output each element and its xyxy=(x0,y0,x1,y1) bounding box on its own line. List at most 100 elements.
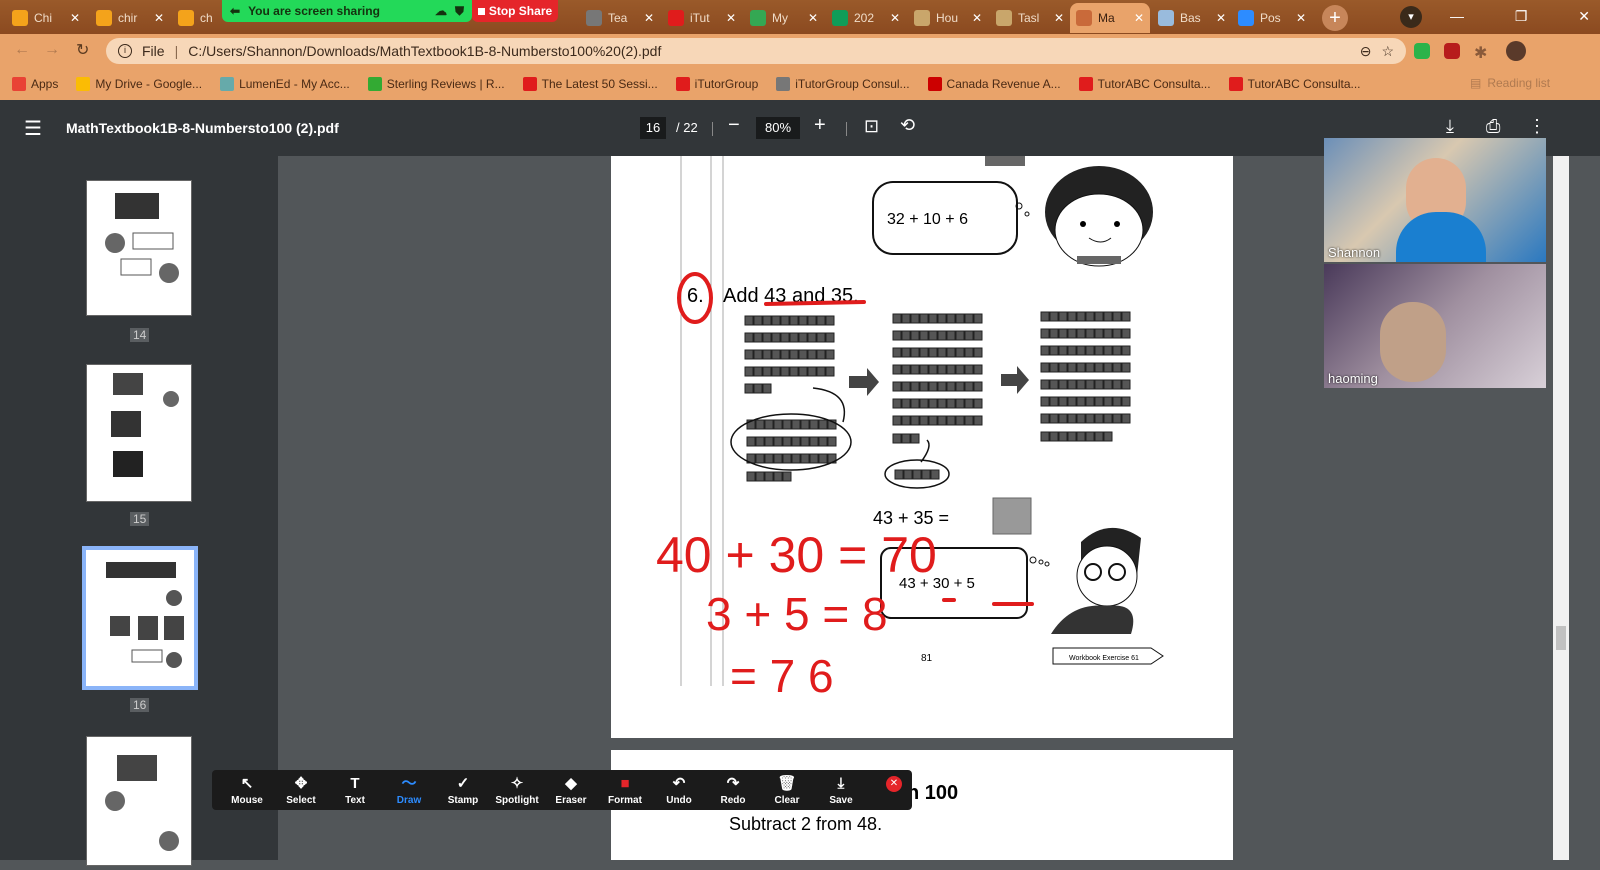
page-scrollbar[interactable] xyxy=(1553,156,1569,860)
bookmark-item[interactable]: My Drive - Google... xyxy=(76,77,202,91)
thumbnail-sidebar: 14 15 16 xyxy=(0,156,294,866)
more-icon[interactable]: ⋮ xyxy=(1528,116,1546,137)
tab-4[interactable]: iTut ✕ xyxy=(662,3,742,33)
bookmark-item[interactable]: TutorABC Consulta... xyxy=(1078,77,1211,91)
close-toolbar-icon[interactable]: ✕ xyxy=(886,776,902,792)
stop-share-button[interactable]: Stop Share xyxy=(472,0,558,22)
bookmark-label: iTutorGroup xyxy=(694,77,759,91)
tab-favicon xyxy=(1238,10,1254,26)
new-tab-button[interactable]: + xyxy=(1322,5,1348,31)
bookmark-item[interactable]: LumenEd - My Acc... xyxy=(220,77,350,91)
tab-7[interactable]: Hou ✕ xyxy=(908,3,988,33)
close-tab-icon[interactable]: ✕ xyxy=(726,11,736,25)
tool-label: Draw xyxy=(396,794,422,806)
close-tab-icon[interactable]: ✕ xyxy=(1216,11,1226,25)
fit-page-icon[interactable]: ⊡ xyxy=(864,116,879,137)
close-tab-icon[interactable]: ✕ xyxy=(1134,11,1144,25)
tool-stamp-button[interactable]: ✓ Stamp xyxy=(436,775,490,806)
close-tab-icon[interactable]: ✕ xyxy=(154,11,164,25)
bookmark-item[interactable]: iTutorGroup Consul... xyxy=(776,77,910,91)
bookmark-item[interactable]: Sterling Reviews | R... xyxy=(367,77,505,91)
bookmark-icon xyxy=(367,77,382,91)
zoom-in-icon[interactable]: + xyxy=(814,114,826,137)
tool-draw-button[interactable]: 〜 Draw xyxy=(382,775,436,806)
address-scheme: File xyxy=(142,43,165,59)
zoom-input[interactable]: 80% xyxy=(756,117,800,139)
tab-6[interactable]: 202 ✕ xyxy=(826,3,906,33)
page-number-input[interactable]: 16 xyxy=(640,117,666,139)
tab-11[interactable]: Pos ✕ xyxy=(1232,3,1312,33)
tab-8[interactable]: Tasl ✕ xyxy=(990,3,1070,33)
tool-text-button[interactable]: T Text xyxy=(328,775,382,806)
tab-3[interactable]: Tea ✕ xyxy=(580,3,660,33)
address-bar[interactable]: i File | C:/Users/Shannon/Downloads/Math… xyxy=(106,38,1406,64)
tab-label: ch xyxy=(200,11,213,25)
next-page-title: n 100 xyxy=(907,782,959,804)
star-icon[interactable]: ☆ xyxy=(1381,43,1394,60)
close-window-icon[interactable]: ✕ xyxy=(1578,8,1590,25)
close-tab-icon[interactable]: ✕ xyxy=(70,11,80,25)
zoom-out-icon[interactable]: − xyxy=(728,114,740,137)
print-icon[interactable]: ⎙ xyxy=(1486,116,1500,137)
page-thumbnail-14[interactable] xyxy=(86,180,192,316)
bookmark-item[interactable]: Canada Revenue A... xyxy=(927,77,1061,91)
bookmark-item[interactable]: TutorABC Consulta... xyxy=(1228,77,1361,91)
page-thumbnail-16[interactable] xyxy=(82,546,198,690)
video-panel-haoming[interactable]: haoming xyxy=(1324,264,1546,388)
forward-icon[interactable]: → xyxy=(44,41,60,59)
page-thumbnail-17[interactable] xyxy=(86,736,192,866)
tool-save-button[interactable]: ⤓ Save xyxy=(814,775,868,806)
minimize-icon[interactable]: — xyxy=(1450,8,1464,25)
tab-label: Tea xyxy=(608,11,628,25)
rotate-icon[interactable]: ⟲ xyxy=(900,115,915,136)
bookmark-item[interactable]: Apps xyxy=(12,77,58,91)
tab-5[interactable]: My ✕ xyxy=(744,3,824,33)
tool-mouse-button[interactable]: ↖ Mouse xyxy=(220,775,274,806)
reading-list[interactable]: ▤ Reading list xyxy=(1470,76,1550,90)
tab-1[interactable]: chir ✕ xyxy=(90,3,170,33)
tool-clear-button[interactable]: 🗑 Clear xyxy=(760,775,814,806)
bookmark-item[interactable]: iTutorGroup xyxy=(675,77,759,91)
tab-label: My xyxy=(772,11,788,25)
scroll-thumb[interactable] xyxy=(1556,626,1566,650)
tab-0[interactable]: Chi ✕ xyxy=(6,3,86,33)
tool-format-button[interactable]: ■ Format xyxy=(598,775,652,806)
bookmark-label: Apps xyxy=(31,77,59,91)
window-controls: — ❐ ✕ xyxy=(1450,8,1590,25)
next-page-text: Subtract 2 from 48. xyxy=(729,814,883,834)
back-icon[interactable]: ← xyxy=(14,41,30,59)
zoom-icon[interactable]: ⊖ xyxy=(1360,43,1372,60)
thumbnail-label: 16 xyxy=(130,698,150,712)
download-icon[interactable]: ⤓ xyxy=(1446,116,1454,137)
menu-icon[interactable]: ☰ xyxy=(24,116,42,141)
pdf-title: MathTextbook1B-8-Numbersto100 (2).pdf xyxy=(66,120,339,136)
video-panel-shannon[interactable]: Shannon xyxy=(1324,138,1546,262)
tool-spotlight-button[interactable]: ✧ Spotlight xyxy=(490,775,544,806)
bookmark-label: LumenEd - My Acc... xyxy=(239,77,350,91)
bookmark-item[interactable]: The Latest 50 Sessi... xyxy=(522,77,658,91)
close-tab-icon[interactable]: ✕ xyxy=(972,11,982,25)
restore-icon[interactable]: ❐ xyxy=(1515,8,1528,25)
ublock-icon[interactable] xyxy=(1444,43,1460,59)
page-thumbnail-15[interactable] xyxy=(86,364,192,502)
participant-face xyxy=(1380,302,1446,382)
participant-shirt xyxy=(1396,212,1486,262)
tool-redo-button[interactable]: ↷ Redo xyxy=(706,775,760,806)
reading-list-label: Reading list xyxy=(1487,76,1551,90)
close-tab-icon[interactable]: ✕ xyxy=(1054,11,1064,25)
tool-eraser-button[interactable]: ◆ Eraser xyxy=(544,775,598,806)
extensions-icon[interactable]: ✱ xyxy=(1474,43,1487,63)
tool-select-button[interactable]: ✥ Select xyxy=(274,775,328,806)
tab-10[interactable]: Bas ✕ xyxy=(1152,3,1232,33)
tab-9[interactable]: Ma ✕ xyxy=(1070,3,1150,33)
tab-search-icon[interactable]: ▾ xyxy=(1400,6,1422,28)
close-tab-icon[interactable]: ✕ xyxy=(644,11,654,25)
profile-avatar[interactable] xyxy=(1506,41,1526,61)
reload-icon[interactable]: ↻ xyxy=(76,40,89,60)
close-tab-icon[interactable]: ✕ xyxy=(890,11,900,25)
evernote-icon[interactable] xyxy=(1414,43,1430,59)
tool-undo-button[interactable]: ↶ Undo xyxy=(652,775,706,806)
close-tab-icon[interactable]: ✕ xyxy=(808,11,818,25)
close-tab-icon[interactable]: ✕ xyxy=(1296,11,1306,25)
address-url: C:/Users/Shannon/Downloads/MathTextbook1… xyxy=(188,43,662,59)
